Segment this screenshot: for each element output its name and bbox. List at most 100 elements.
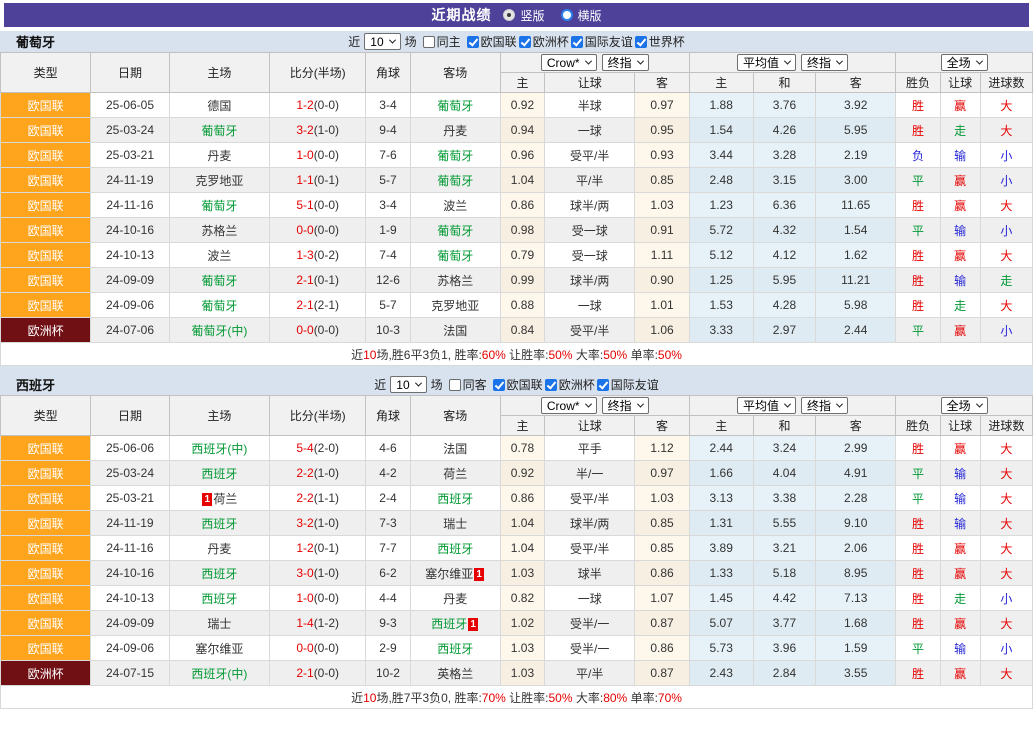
corner-cell: 10-2 — [366, 661, 410, 686]
league-checkbox[interactable] — [597, 379, 609, 391]
odds-group-header: Crow* 终指 — [500, 396, 689, 416]
score-cell: 2-1(0-0) — [270, 661, 366, 686]
avg-draw-cell: 3.77 — [753, 611, 815, 636]
average-select[interactable]: 平均值 — [737, 397, 796, 414]
team-name: 瑞士 — [443, 517, 467, 531]
odds-away-cell: 0.91 — [635, 218, 689, 243]
home-team-cell: 瑞士 — [169, 611, 269, 636]
odds-handicap-cell: 一球 — [545, 118, 635, 143]
half-time-score: (0-0) — [314, 641, 339, 655]
summary-segment: 让胜率: — [506, 348, 549, 362]
league-cell: 欧国联 — [1, 586, 91, 611]
select-value: 10 — [396, 378, 409, 392]
avg-draw-cell: 3.96 — [753, 636, 815, 661]
section-header: 西班牙 近 10 场 同客 欧国联欧洲杯国际友谊 — [0, 374, 1033, 395]
corner-cell: 7-7 — [366, 536, 410, 561]
odds-handicap-cell: 球半/两 — [545, 511, 635, 536]
score-cell: 1-3(0-2) — [270, 243, 366, 268]
same-venue-checkbox[interactable] — [449, 379, 461, 391]
score-cell: 2-1(0-1) — [270, 268, 366, 293]
league-checkbox[interactable] — [467, 36, 479, 48]
scope-select[interactable]: 全场 — [941, 397, 988, 414]
scope-select[interactable]: 全场 — [941, 54, 988, 71]
games-label: 场 — [405, 33, 417, 50]
recent-games-select[interactable]: 10 — [390, 376, 426, 393]
league-checkbox[interactable] — [635, 36, 647, 48]
average-time-select[interactable]: 终指 — [801, 397, 848, 414]
horizontal-radio-icon[interactable] — [561, 9, 573, 21]
league-cell: 欧洲杯 — [1, 318, 91, 343]
bookmaker-select[interactable]: Crow* — [541, 54, 597, 71]
league-cell: 欧国联 — [1, 268, 91, 293]
same-venue-checkbox[interactable] — [423, 36, 435, 48]
recent-games-select[interactable]: 10 — [364, 33, 400, 50]
avg-draw-cell: 2.97 — [753, 318, 815, 343]
odds-handicap-cell: 半/一 — [545, 461, 635, 486]
team-name: 克罗地亚 — [195, 174, 243, 188]
avg-home-cell: 5.73 — [689, 636, 753, 661]
summary-segment: 大率: — [573, 691, 604, 705]
summary-segment: 50% — [549, 691, 573, 705]
result-handicap-cell: 走 — [940, 293, 980, 318]
match-row: 欧洲杯24-07-15西班牙(中)2-1(0-0)10-2英格兰1.03平/半0… — [1, 661, 1033, 686]
league-checkbox[interactable] — [519, 36, 531, 48]
league-cell: 欧国联 — [1, 486, 91, 511]
match-row: 欧国联24-11-16葡萄牙5-1(0-0)3-4波兰0.86球半/两1.031… — [1, 193, 1033, 218]
vertical-radio-icon[interactable] — [503, 9, 515, 21]
date-cell: 24-10-13 — [91, 586, 169, 611]
view-option-vertical[interactable]: 竖版 — [503, 7, 544, 24]
chevron-down-icon — [585, 58, 592, 65]
odds-handicap-cell: 半球 — [545, 93, 635, 118]
result-goals-cell: 大 — [980, 118, 1032, 143]
avg-draw-cell: 4.42 — [753, 586, 815, 611]
score-cell: 1-2(0-1) — [270, 536, 366, 561]
summary-segment: 近 — [351, 348, 363, 362]
odds-home-cell: 0.88 — [500, 293, 544, 318]
col-header-odds-handicap: 让球 — [545, 73, 635, 93]
summary-segment: 10 — [363, 348, 376, 362]
odds-time-select[interactable]: 终指 — [602, 54, 649, 71]
away-team-cell: 法国 — [410, 436, 500, 461]
league-checkbox[interactable] — [545, 379, 557, 391]
result-wdl-cell: 胜 — [896, 611, 940, 636]
away-team-cell: 英格兰 — [410, 661, 500, 686]
bookmaker-select[interactable]: Crow* — [541, 397, 597, 414]
col-header-wdl: 胜负 — [896, 416, 940, 436]
league-checkbox[interactable] — [571, 36, 583, 48]
average-time-select[interactable]: 终指 — [801, 54, 848, 71]
average-select[interactable]: 平均值 — [737, 54, 796, 71]
avg-away-cell: 2.99 — [816, 436, 896, 461]
result-wdl-cell: 平 — [896, 636, 940, 661]
league-filter: 欧洲杯 — [519, 33, 569, 50]
odds-home-cell: 0.99 — [500, 268, 544, 293]
date-cell: 24-11-16 — [91, 193, 169, 218]
home-team-cell: 德国 — [169, 93, 269, 118]
odds-away-cell: 0.90 — [635, 268, 689, 293]
odds-home-cell: 0.92 — [500, 461, 544, 486]
half-time-score: (1-0) — [314, 123, 339, 137]
match-row: 欧国联24-10-13波兰1-3(0-2)7-4葡萄牙0.79受一球1.115.… — [1, 243, 1033, 268]
team-name: 丹麦 — [207, 149, 231, 163]
corner-cell: 3-4 — [366, 193, 410, 218]
odds-away-cell: 0.87 — [635, 611, 689, 636]
avg-draw-cell: 4.26 — [753, 118, 815, 143]
team-name: 丹麦 — [443, 592, 467, 606]
half-time-score: (0-0) — [314, 591, 339, 605]
league-checkbox[interactable] — [493, 379, 505, 391]
avg-draw-cell: 3.38 — [753, 486, 815, 511]
score-cell: 1-2(0-0) — [270, 93, 366, 118]
summary-text: 近10场,胜6平3负1, 胜率:60% 让胜率:50% 大率:50% 单率:50… — [1, 343, 1033, 366]
odds-handicap-cell: 受半/一 — [545, 636, 635, 661]
match-row: 欧国联24-11-16丹麦1-2(0-1)7-7西班牙1.04受平/半0.853… — [1, 536, 1033, 561]
result-goals-cell: 大 — [980, 461, 1032, 486]
odds-time-select[interactable]: 终指 — [602, 397, 649, 414]
view-option-horizontal[interactable]: 横版 — [561, 7, 602, 24]
odds-handicap-cell: 平手 — [545, 436, 635, 461]
date-cell: 25-03-21 — [91, 143, 169, 168]
odds-home-cell: 1.04 — [500, 511, 544, 536]
avg-draw-cell: 4.12 — [753, 243, 815, 268]
avg-draw-cell: 4.04 — [753, 461, 815, 486]
odds-away-cell: 1.11 — [635, 243, 689, 268]
avg-away-cell: 1.59 — [816, 636, 896, 661]
avg-home-cell: 1.31 — [689, 511, 753, 536]
